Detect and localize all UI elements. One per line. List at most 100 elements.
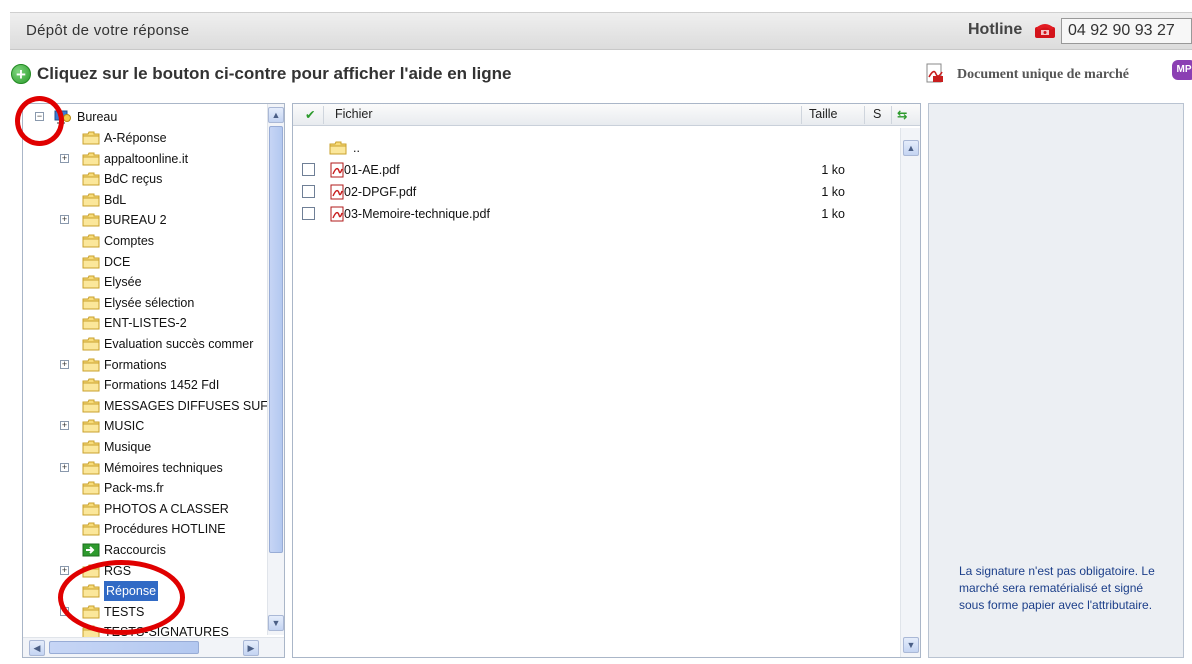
shortcut-icon — [82, 543, 100, 557]
tree-item-label: MESSAGES DIFFUSES SUF — [104, 398, 268, 413]
tree-item-label: BdL — [104, 192, 127, 207]
pdf-file-icon — [330, 162, 344, 178]
folder-icon — [82, 193, 100, 207]
folder-icon — [82, 522, 100, 536]
tree-item[interactable]: + Mémoires techniques — [23, 458, 263, 478]
expand-icon[interactable]: + — [60, 153, 69, 163]
refresh-icon[interactable]: ⇆ — [897, 107, 907, 122]
scroll-left-icon[interactable]: ◀ — [29, 640, 45, 656]
scroll-thumb-horizontal[interactable] — [49, 641, 199, 654]
folder-icon — [82, 296, 100, 310]
tree-item[interactable]: Raccourcis — [23, 540, 263, 560]
folder-icon — [82, 131, 100, 145]
tree-item-label: ENT-LISTES-2 — [104, 316, 187, 331]
file-row[interactable]: 03-Memoire-technique.pdf 1 ko — [293, 204, 893, 225]
expand-icon[interactable]: + — [60, 565, 69, 575]
expand-icon[interactable]: + — [60, 359, 69, 369]
tree-item-label: appaltoonline.it — [104, 151, 189, 166]
tree-item-label: Comptes — [104, 234, 155, 248]
tree-item-label: DCE — [104, 254, 131, 269]
folder-icon — [82, 399, 100, 413]
folder-icon — [82, 502, 100, 516]
tree-horizontal-scrollbar[interactable]: ◀ ▶ — [23, 637, 284, 657]
folder-icon — [82, 337, 100, 351]
tree-item-label: BdC reçus — [104, 172, 163, 187]
pdf-document-icon[interactable] — [924, 62, 946, 84]
tree-item-label: Pack-ms.fr — [104, 481, 164, 496]
folder-icon — [82, 275, 100, 289]
folder-icon — [82, 213, 100, 227]
tree-item[interactable]: BdC reçus — [23, 169, 263, 189]
file-size: 1 ko — [821, 207, 845, 221]
tree-item-label: A-Réponse — [104, 131, 167, 145]
expand-icon[interactable]: + — [60, 462, 69, 472]
header-bar: Dépôt de votre réponse Hotline 04 92 90 … — [10, 12, 1192, 50]
scroll-thumb[interactable] — [269, 126, 283, 553]
tree-vertical-scrollbar[interactable]: ▲ ▼ — [267, 104, 284, 635]
tree-item[interactable]: ENT-LISTES-2 — [23, 313, 263, 333]
tree-item-label: MUSIC — [104, 419, 145, 434]
file-list-scrollbar[interactable]: ▲ ▼ — [900, 128, 920, 657]
mp-badge[interactable]: MP — [1172, 60, 1192, 80]
tree-item[interactable]: PHOTOS A CLASSER — [23, 499, 263, 519]
tree-item[interactable]: Evaluation succès commer — [23, 334, 263, 354]
folder-icon — [82, 461, 100, 475]
tree-item-label: Elysée — [104, 275, 142, 290]
tree-item[interactable]: + Formations — [23, 355, 263, 375]
column-header-taille[interactable]: Taille — [809, 107, 838, 121]
file-size: 1 ko — [821, 185, 845, 199]
tree-root-label: Bureau — [77, 110, 118, 124]
tree-item[interactable]: Formations 1452 FdI — [23, 375, 263, 395]
scroll-right-icon[interactable]: ▶ — [243, 640, 259, 656]
file-checkbox[interactable] — [302, 207, 315, 220]
help-plus-icon[interactable]: + — [11, 64, 31, 84]
file-row[interactable]: 02-DPGF.pdf 1 ko — [293, 182, 893, 203]
folder-icon — [82, 172, 100, 186]
tree-item[interactable]: Procédures HOTLINE — [23, 519, 263, 539]
signature-info-text: La signature n'est pas obligatoire. Le m… — [959, 564, 1155, 612]
tree-item[interactable]: Musique — [23, 437, 263, 457]
folder-icon — [82, 234, 100, 248]
parent-folder-label: .. — [353, 141, 360, 155]
tree-item[interactable]: + BUREAU 2 — [23, 210, 263, 230]
tree-item[interactable]: Elysée — [23, 272, 263, 292]
folder-icon — [82, 419, 100, 433]
tree-item-label: Raccourcis — [104, 543, 166, 557]
folder-icon — [82, 440, 100, 454]
tree-item[interactable]: MESSAGES DIFFUSES SUF — [23, 396, 268, 416]
scroll-up-icon[interactable]: ▲ — [268, 107, 284, 123]
tree-item-label: Mémoires techniques — [104, 460, 223, 475]
tree-item-label: PHOTOS A CLASSER — [104, 501, 229, 516]
tree-item-label: BUREAU 2 — [104, 213, 167, 228]
tree-item[interactable]: Elysée sélection — [23, 293, 263, 313]
column-header-s[interactable]: S — [873, 107, 881, 121]
hotline-number: 04 92 90 93 27 — [1061, 18, 1192, 44]
info-panel: La signature n'est pas obligatoire. Le m… — [928, 103, 1184, 658]
folder-icon — [82, 316, 100, 330]
parent-folder-row[interactable]: .. — [293, 138, 893, 159]
expand-icon[interactable]: + — [60, 215, 69, 225]
file-checkbox[interactable] — [302, 163, 315, 176]
check-all-icon[interactable]: ✔ — [305, 107, 315, 122]
tree-item-label: Elysée sélection — [104, 295, 195, 310]
file-checkbox[interactable] — [302, 185, 315, 198]
file-name: 03-Memoire-technique.pdf — [344, 207, 490, 221]
folder-icon — [82, 378, 100, 392]
tree-item[interactable]: + MUSIC — [23, 416, 263, 436]
scroll-down-icon[interactable]: ▼ — [903, 637, 919, 653]
tree-item[interactable]: + appaltoonline.it — [23, 149, 263, 169]
doc-unique-link[interactable]: Document unique de marché — [957, 67, 1129, 83]
folder-icon — [82, 152, 100, 166]
pdf-file-icon — [330, 206, 344, 222]
column-header-fichier[interactable]: Fichier — [335, 107, 373, 121]
tree-item[interactable]: BdL — [23, 190, 263, 210]
page-title: Dépôt de votre réponse — [26, 22, 190, 39]
tree-item[interactable]: DCE — [23, 252, 263, 272]
tree-item[interactable]: Pack-ms.fr — [23, 478, 263, 498]
scroll-up-icon[interactable]: ▲ — [903, 140, 919, 156]
scroll-down-icon[interactable]: ▼ — [268, 615, 284, 631]
expand-icon[interactable]: + — [60, 421, 69, 431]
file-row[interactable]: 01-AE.pdf 1 ko — [293, 160, 893, 181]
tree-item[interactable]: Comptes — [23, 231, 263, 251]
file-list-panel: ✔ Fichier Taille S ⇆ .. 01-AE.pdf 1 ko 02-… — [292, 103, 921, 658]
